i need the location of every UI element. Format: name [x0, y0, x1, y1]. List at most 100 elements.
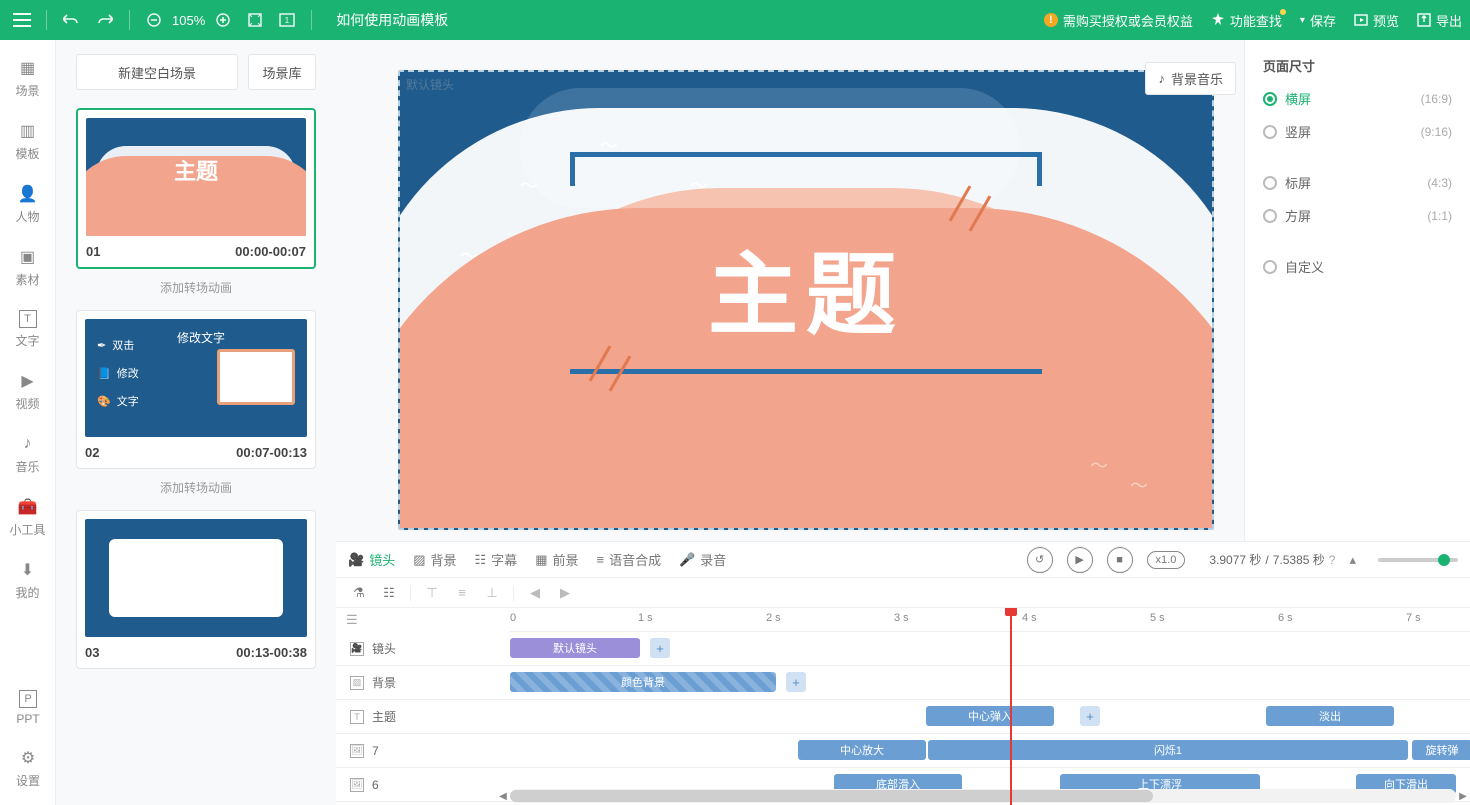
preview-button[interactable]: 预览 [1354, 11, 1399, 30]
scene-index: 02 [85, 445, 99, 460]
template-icon: ▥ [18, 121, 38, 141]
tree-icon[interactable]: ☷ [380, 584, 398, 602]
rail-music[interactable]: ♪音乐 [0, 434, 56, 475]
timeline-clip[interactable]: 闪烁1 [928, 740, 1408, 760]
timeline-scrollbar[interactable]: ◀ ▶ [510, 789, 1456, 803]
purchase-warning[interactable]: !需购买授权或会员权益 [1044, 11, 1193, 30]
align-bottom-icon[interactable]: ⊥ [483, 584, 501, 602]
timeline-clip[interactable]: 默认镜头 [510, 638, 640, 658]
timeline-ruler[interactable]: 01 s2 s3 s4 s5 s6 s7 s [510, 608, 1470, 632]
feature-search-button[interactable]: 功能查找 [1211, 11, 1282, 30]
align-middle-icon[interactable]: ≡ [453, 584, 471, 602]
speed-button[interactable]: x1.0 [1147, 551, 1186, 569]
export-icon [1417, 13, 1431, 27]
scene-card-01[interactable]: 主题 0100:00-00:07 [76, 108, 316, 269]
rail-character[interactable]: 👤人物 [0, 184, 56, 225]
rail-settings[interactable]: ⚙设置 [0, 748, 56, 789]
tab-record[interactable]: 🎤录音 [679, 550, 726, 569]
tab-foreground[interactable]: ▦前景 [535, 550, 578, 569]
timeline-clip[interactable]: 淡出 [1266, 706, 1394, 726]
add-transition-button[interactable]: 添加转场动画 [76, 479, 316, 496]
timeline-zoom-slider[interactable] [1378, 558, 1458, 562]
row-type-icon: T [350, 710, 364, 724]
timeline-track[interactable]: 中心弹入 淡出 + [510, 700, 1470, 733]
scene-library-button[interactable]: 场景库 [248, 54, 316, 90]
undo-icon[interactable] [57, 6, 85, 34]
scene-card-03[interactable]: 0300:13-00:38 [76, 510, 316, 669]
tab-camera[interactable]: 🎥镜头 [348, 550, 395, 569]
rail-ppt[interactable]: PPPT [0, 690, 56, 726]
timeline-clip[interactable]: 颜色背景 [510, 672, 776, 692]
toolbox-icon: 🧰 [18, 497, 38, 517]
export-button[interactable]: 导出 [1417, 11, 1462, 30]
sparkle-icon [1211, 13, 1225, 27]
scroll-left-icon[interactable]: ◀ [496, 789, 510, 803]
aspect-custom[interactable]: 自定义 [1263, 257, 1452, 276]
layers-icon: ☰ [346, 612, 358, 628]
mic-icon: 🎤 [679, 552, 695, 568]
aspect-portrait[interactable]: 竖屏(9:16) [1263, 122, 1452, 141]
aspect-landscape[interactable]: 横屏(16:9) [1263, 89, 1452, 108]
timeline-track[interactable]: 中心放大闪烁1旋转弹 [510, 734, 1470, 767]
background-music-button[interactable]: ♪ 背景音乐 [1145, 62, 1236, 95]
tab-subtitle[interactable]: ☷字幕 [475, 550, 518, 569]
playhead[interactable] [1010, 608, 1012, 805]
rail-text[interactable]: T文字 [0, 310, 56, 349]
timeline-clip[interactable]: 旋转弹 [1412, 740, 1470, 760]
expand-icon[interactable]: ▶ [556, 584, 574, 602]
zoom-in-icon[interactable] [209, 6, 237, 34]
row-label: 镜头 [372, 640, 396, 657]
menu-icon[interactable] [8, 6, 36, 34]
svg-text:1: 1 [285, 16, 290, 25]
timeline-row: T主题中心弹入淡出+ [336, 700, 1470, 734]
timeline-track[interactable]: 颜色背景 + [510, 666, 1470, 699]
aspect-square[interactable]: 方屏(1:1) [1263, 206, 1452, 225]
row-type-icon: 🖼 [350, 744, 364, 758]
scrollbar-thumb[interactable] [510, 790, 1153, 802]
timeline-row: 🎥镜头默认镜头+ [336, 632, 1470, 666]
timeline-clip[interactable]: 中心放大 [798, 740, 926, 760]
collapse-icon[interactable]: ◀ [526, 584, 544, 602]
subtitle-icon: ☷ [475, 552, 487, 568]
add-transition-button[interactable]: 添加转场动画 [76, 279, 316, 296]
filter-icon[interactable]: ⚗ [350, 584, 368, 602]
zoom-out-icon[interactable] [140, 6, 168, 34]
fit-screen-icon[interactable] [241, 6, 269, 34]
rail-tools[interactable]: 🧰小工具 [0, 497, 56, 538]
add-clip-button[interactable]: + [1080, 706, 1100, 726]
tab-background[interactable]: ▨背景 [413, 550, 456, 569]
tab-tts[interactable]: ≡语音合成 [597, 550, 662, 569]
zoom-out-timeline-icon[interactable]: ▴ [1349, 552, 1356, 568]
save-button[interactable]: ▾保存 [1300, 11, 1336, 30]
align-top-icon[interactable]: ⊤ [423, 584, 441, 602]
add-clip-button[interactable]: + [650, 638, 670, 658]
aspect-standard[interactable]: 标屏(4:3) [1263, 173, 1452, 192]
rail-video[interactable]: ▶视频 [0, 371, 56, 412]
actual-size-icon[interactable]: 1 [273, 6, 301, 34]
scroll-right-icon[interactable]: ▶ [1456, 789, 1470, 803]
timeline-clip[interactable]: 中心弹入 [926, 706, 1054, 726]
radio-icon [1263, 125, 1277, 139]
new-blank-scene-button[interactable]: 新建空白场景 [76, 54, 238, 90]
canvas-stage[interactable]: 默认镜头 主题 〜 〜 〜 〜 〜 〜 [398, 70, 1214, 530]
scene-card-02[interactable]: ✒双击 📘修改 🎨文字 修改文字 0200:07-00:13 [76, 310, 316, 469]
stop-button[interactable]: ■ [1107, 547, 1133, 573]
time-tick: 3 s [894, 612, 909, 624]
timeline-track[interactable]: 默认镜头 + [510, 632, 1470, 665]
radio-icon [1263, 209, 1277, 223]
play-button[interactable]: ▶ [1067, 547, 1093, 573]
time-tick: 7 s [1406, 612, 1421, 624]
rail-scene[interactable]: ▦场景 [0, 58, 56, 99]
time-tick: 0 [510, 612, 516, 624]
character-icon: 👤 [18, 184, 38, 204]
rail-mine[interactable]: ⬇我的 [0, 560, 56, 601]
rail-template[interactable]: ▥模板 [0, 121, 56, 162]
ppt-icon: P [19, 690, 37, 708]
rewind-button[interactable]: ↺ [1027, 547, 1053, 573]
redo-icon[interactable] [91, 6, 119, 34]
help-icon[interactable]: ? [1329, 553, 1336, 567]
gear-icon: ⚙ [18, 748, 38, 768]
add-clip-button[interactable]: + [786, 672, 806, 692]
scene-index: 01 [86, 244, 100, 259]
rail-material[interactable]: ▣素材 [0, 247, 56, 288]
